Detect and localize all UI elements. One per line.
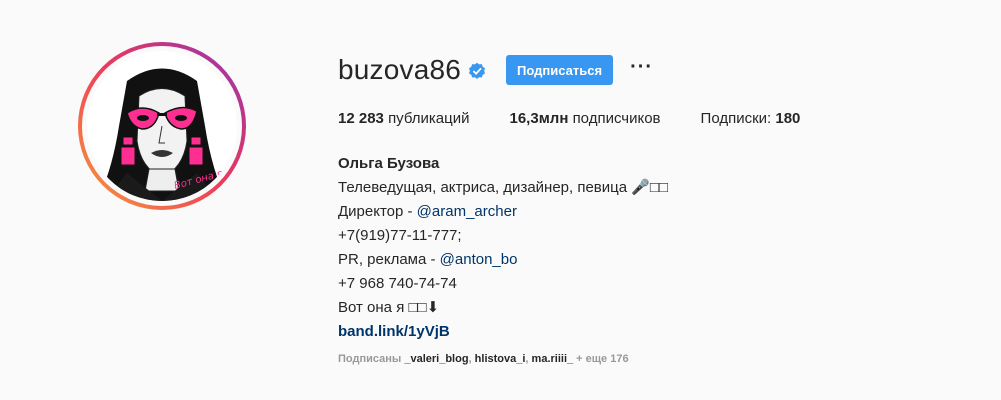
followed-by-account[interactable]: ma.riiii_ [532,353,574,365]
profile-stats: 12 283 публикаций 16,3млн подписчиков По… [338,110,840,127]
mention-link[interactable]: @anton_bo [440,251,518,268]
mention-link[interactable]: @aram_archer [417,203,517,220]
bio-text: PR, реклама - [338,251,440,268]
profile-header: buzova86 Подписаться ··· [338,52,653,88]
followers-count: 16,3млн [509,110,569,127]
full-name: Ольга Бузова [338,155,440,172]
followed-by-more[interactable]: + еще 176 [573,353,628,365]
followers-stat[interactable]: 16,3млн подписчиков [510,110,661,127]
posts-count: 12 283 [338,110,384,127]
bio-line: Телеведущая, актриса, дизайнер, певица 🎤… [338,179,669,196]
bio-line: Вот она я □□⬇ [338,299,440,316]
more-options-icon[interactable]: ··· [630,57,653,78]
bio-line: +7(919)77-11-777; [338,227,462,244]
avatar[interactable]: Вот она я [82,46,242,206]
avatar-illustration: Вот она я [97,68,227,201]
following-count: 180 [775,110,801,127]
followed-by-account[interactable]: _valeri_blog [404,353,468,365]
bio-line: PR, реклама - @anton_bo [338,248,668,272]
username: buzova86 [338,54,462,85]
bio-line: Директор - @aram_archer [338,200,668,224]
followed-by[interactable]: Подписаны _valeri_blog, hlistova_i, ma.r… [338,353,629,365]
profile-avatar-ring[interactable]: Вот она я [78,42,246,210]
profile-bio: Ольга Бузова Телеведущая, актриса, дизай… [338,152,668,344]
posts-stat: 12 283 публикаций [338,110,470,127]
following-stat[interactable]: Подписки: 180 [701,110,801,127]
external-link[interactable]: band.link/1yVjB [338,320,668,344]
avatar-image: Вот она я [87,51,237,201]
followed-by-prefix: Подписаны [338,353,405,365]
followers-label: подписчиков [572,110,661,127]
bio-line: +7 968 740-74-74 [338,275,457,292]
following-label: Подписки: [700,110,772,127]
bio-text: Директор - [338,203,417,220]
verified-badge-icon [469,62,486,79]
followed-by-account[interactable]: hlistova_i [475,353,526,365]
follow-button[interactable]: Подписаться [506,55,614,85]
posts-label: публикаций [388,110,470,127]
